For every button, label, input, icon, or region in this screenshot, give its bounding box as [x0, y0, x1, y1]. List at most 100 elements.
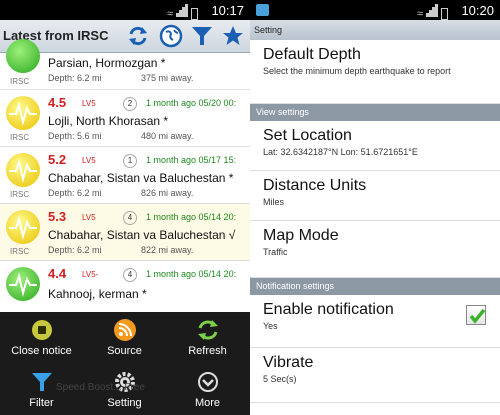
- menu-label: Setting: [107, 397, 142, 409]
- close-notice-icon: [31, 320, 52, 340]
- set-location-setting[interactable]: Set Location Lat: 32.6342187°N Lon: 51.6…: [250, 121, 500, 171]
- battery-icon: [441, 8, 448, 20]
- quake-level: LV5: [82, 213, 96, 222]
- checkmark-icon: [469, 308, 486, 324]
- quake-time: 1 month ago 05/14 20:: [146, 269, 237, 279]
- quake-level-icon: [6, 96, 40, 130]
- wifi-icon: ≈: [416, 8, 423, 20]
- quake-depth: Depth: 5.6 mi: [48, 131, 102, 141]
- quake-level-icon: [6, 267, 40, 301]
- quake-source: IRSC: [10, 133, 30, 142]
- section-header-notification: Notification settings: [250, 278, 500, 295]
- quake-place: Lojli, North Khorasan *: [48, 114, 169, 128]
- setting-title: Enable notification: [263, 301, 394, 318]
- status-time: 10:17: [211, 3, 244, 18]
- setting-summary: Lat: 32.6342187°N Lon: 51.6721651°E: [263, 147, 418, 157]
- star-icon[interactable]: [221, 24, 245, 48]
- enable-notification-checkbox[interactable]: [466, 305, 486, 325]
- signal-icon: [176, 4, 188, 20]
- left-screen: ≈ 10:17 Latest from IRSC Parsian, Hormoz…: [0, 0, 250, 415]
- setting-title: Map Mode: [263, 227, 339, 244]
- source-button[interactable]: Source: [83, 318, 166, 357]
- quake-time: 1 month ago 05/17 15:: [146, 155, 237, 165]
- quake-level: LV5: [82, 99, 96, 108]
- more-icon: [197, 372, 218, 392]
- list-item[interactable]: IRSC 5.2 LV5 1 1 month ago 05/17 15: Cha…: [0, 147, 250, 204]
- quake-depth: Depth: 6.2 mi: [48, 73, 102, 83]
- quake-distance: 375 mi away.: [141, 73, 194, 83]
- menu-label: Refresh: [188, 345, 227, 357]
- default-depth-setting[interactable]: Default Depth Select the minimum depth e…: [250, 40, 500, 104]
- quake-magnitude: 4.4: [48, 266, 67, 281]
- quake-level-icon: [6, 39, 40, 73]
- quake-depth: Depth: 6.2 mi: [48, 245, 102, 255]
- menu-label: Filter: [29, 397, 54, 409]
- setting-summary: Select the minimum depth earthquake to r…: [263, 66, 451, 76]
- quake-level-icon: [6, 153, 40, 187]
- right-screen: ≈ 10:20 Setting Default Depth Select the…: [250, 0, 500, 415]
- quake-distance: 822 mi away.: [141, 245, 194, 255]
- quake-distance: 826 mi away.: [141, 188, 194, 198]
- refresh-button[interactable]: Refresh: [166, 318, 249, 357]
- setting-summary: Traffic: [263, 247, 288, 257]
- quake-place: Parsian, Hormozgan *: [48, 56, 166, 70]
- quake-place: Chabahar, Sistan va Baluchestan *: [48, 171, 234, 185]
- list-item[interactable]: Parsian, Hormozgan * Depth: 6.2 mi 375 m…: [0, 39, 250, 90]
- distance-units-setting[interactable]: Distance Units Miles: [250, 171, 500, 221]
- quake-source: IRSC: [10, 77, 30, 86]
- menu-label: Close notice: [11, 345, 72, 357]
- more-button[interactable]: More: [166, 370, 249, 409]
- list-item[interactable]: IRSC 4.5 LV5 2 1 month ago 05/20 00: Loj…: [0, 90, 250, 147]
- report-count-badge: 4: [123, 211, 137, 225]
- vibrate-setting[interactable]: Vibrate 5 Sec(s): [250, 348, 500, 403]
- setting-summary: 5 Sec(s): [263, 374, 297, 384]
- menu-label: More: [194, 397, 221, 409]
- close-notice-button[interactable]: Close notice: [0, 318, 83, 357]
- quake-level: LV5: [82, 156, 96, 165]
- setting-summary: Yes: [263, 321, 278, 331]
- status-icons: ≈: [167, 4, 198, 20]
- setting-title: Default Depth: [263, 46, 361, 63]
- quake-source: IRSC: [10, 247, 30, 256]
- menu-label: Source: [107, 345, 142, 357]
- quake-depth: Depth: 6.2 mi: [48, 188, 102, 198]
- options-menu: Close notice Source Refresh Filter Setti…: [0, 312, 250, 415]
- battery-icon: [191, 8, 198, 20]
- signal-icon: [426, 4, 438, 20]
- quake-source: IRSC: [10, 190, 30, 199]
- setting-title: Vibrate: [263, 354, 314, 371]
- report-count-badge: 4: [123, 268, 137, 282]
- status-icons: ≈: [417, 4, 448, 20]
- setting-summary: Miles: [263, 197, 285, 207]
- background-ad-text: Speed Boost... Free: [56, 382, 145, 393]
- quake-level: LV5-: [82, 270, 99, 279]
- rss-source-icon: [113, 319, 136, 341]
- filter-icon[interactable]: [190, 24, 214, 48]
- quake-place: Chabahar, Sistan va Baluchestan √: [48, 228, 236, 242]
- quake-level-icon: [6, 210, 40, 244]
- quake-magnitude: 4.5: [48, 95, 67, 110]
- report-count-badge: 1: [123, 154, 137, 168]
- refresh-icon: [197, 320, 218, 340]
- quake-distance: 480 mi away.: [141, 131, 194, 141]
- page-title: Setting: [250, 20, 500, 40]
- quake-time: 1 month ago 05/20 00:: [146, 98, 237, 108]
- app-notification-icon: [256, 4, 269, 16]
- globe-icon[interactable]: [159, 24, 183, 48]
- quake-time: 1 month ago 05/14 20:: [146, 212, 237, 222]
- status-bar: ≈ 10:17: [0, 0, 250, 20]
- setting-title: Set Location: [263, 127, 352, 144]
- quake-place: Kahnooj, kerman *: [48, 287, 147, 301]
- section-header-view: View settings: [250, 104, 500, 121]
- status-time: 10:20: [461, 3, 494, 18]
- quake-magnitude: 5.3: [48, 209, 67, 224]
- map-mode-setting[interactable]: Map Mode Traffic: [250, 221, 500, 278]
- list-item[interactable]: IRSC 5.3 LV5 4 1 month ago 05/14 20: Cha…: [0, 204, 250, 261]
- filter-icon: [31, 373, 52, 391]
- wifi-icon: ≈: [166, 8, 173, 20]
- refresh-icon[interactable]: [126, 24, 150, 48]
- status-bar: ≈ 10:20: [250, 0, 500, 20]
- list-item[interactable]: 4.4 LV5- 4 1 month ago 05/14 20: Kahnooj…: [0, 261, 250, 318]
- enable-notification-setting[interactable]: Enable notification Yes: [250, 295, 500, 348]
- quake-magnitude: 5.2: [48, 152, 67, 167]
